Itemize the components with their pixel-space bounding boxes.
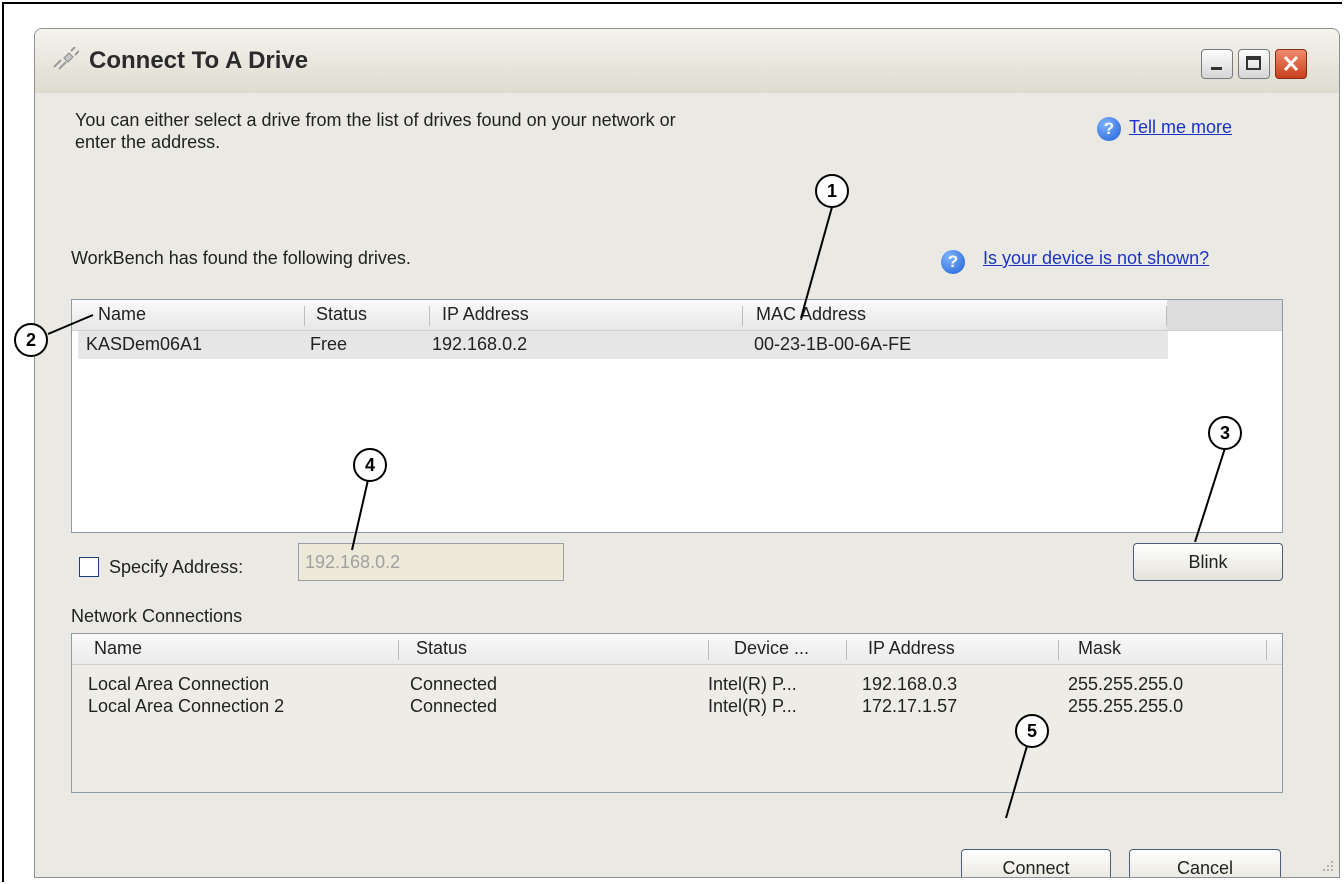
title-bar[interactable]: Connect To A Drive xyxy=(35,29,1339,94)
cancel-button[interactable]: Cancel xyxy=(1129,849,1281,877)
tell-me-more-link[interactable]: Tell me more xyxy=(1129,117,1232,138)
drives-list[interactable]: Name Status IP Address MAC Address KASDe… xyxy=(71,299,1283,533)
table-row[interactable] xyxy=(78,331,1168,359)
column-divider[interactable] xyxy=(304,306,305,326)
resize-grip-icon[interactable] xyxy=(1321,859,1335,873)
drive-ip-cell: 192.168.0.2 xyxy=(432,334,528,354)
close-icon xyxy=(1283,55,1299,72)
drives-list-header: Name Status IP Address MAC Address xyxy=(72,300,1282,331)
close-button[interactable] xyxy=(1275,49,1307,79)
address-input[interactable]: 192.168.0.2 xyxy=(298,543,564,581)
connection-mask-cell: 255.255.255.0 xyxy=(1068,674,1184,694)
column-divider[interactable] xyxy=(708,640,709,660)
connection-ip-cell: 192.168.0.3 xyxy=(862,674,958,694)
callout-1: 1 xyxy=(815,174,849,208)
column-divider[interactable] xyxy=(846,640,847,660)
connection-name-cell[interactable]: Local Area Connection 2 xyxy=(88,696,284,717)
column-divider[interactable] xyxy=(1266,640,1267,660)
specify-address-label: Specify Address: xyxy=(109,557,244,577)
connect-dialog: Connect To A Drive You can either select… xyxy=(34,28,1340,878)
dialog-body: You can either select a drive from the l… xyxy=(35,93,1339,877)
intro-text-line-1: You can either select a drive from the l… xyxy=(75,110,676,130)
column-divider[interactable] xyxy=(429,306,430,326)
maximize-button[interactable] xyxy=(1238,49,1270,79)
callout-4: 4 xyxy=(353,448,387,482)
connection-status-cell: Connected xyxy=(410,696,498,716)
column-header-ip-address[interactable]: IP Address xyxy=(868,638,955,659)
column-header-name[interactable]: Name xyxy=(94,638,142,659)
connection-device-cell: Intel(R) P... xyxy=(708,696,797,716)
column-divider[interactable] xyxy=(742,306,743,326)
header-filler xyxy=(1167,300,1282,330)
callout-2: 2 xyxy=(14,323,48,357)
maximize-icon xyxy=(1246,56,1261,70)
callout-5: 5 xyxy=(1015,714,1049,748)
connection-status-cell: Connected xyxy=(410,674,498,694)
drive-mac-cell: 00-23-1B-00-6A-FE xyxy=(754,334,912,354)
blink-button[interactable]: Blink xyxy=(1133,543,1283,581)
connection-device-cell: Intel(R) P... xyxy=(708,674,797,694)
device-not-shown-link[interactable]: Is your device is not shown? xyxy=(983,248,1209,269)
drives-found-label: WorkBench has found the following drives… xyxy=(71,248,411,268)
connect-button[interactable]: Connect xyxy=(961,849,1111,877)
column-header-device[interactable]: Device ... xyxy=(734,638,809,659)
connection-ip-cell: 172.17.1.57 xyxy=(862,696,958,716)
help-icon[interactable]: ? xyxy=(1097,117,1121,141)
network-connections-label: Network Connections xyxy=(71,606,243,626)
column-divider[interactable] xyxy=(1058,640,1059,660)
column-header-ip-address[interactable]: IP Address xyxy=(442,304,529,325)
connection-mask-cell: 255.255.255.0 xyxy=(1068,696,1184,716)
intro-text-line-2: enter the address. xyxy=(75,132,221,152)
drive-status-cell: Free xyxy=(310,334,348,354)
column-header-mac-address[interactable]: MAC Address xyxy=(756,304,866,325)
drive-name-cell: KASDem06A1 xyxy=(86,334,203,354)
column-header-mask[interactable]: Mask xyxy=(1078,638,1121,659)
window-title: Connect To A Drive xyxy=(89,47,309,74)
column-header-name[interactable]: Name xyxy=(98,304,146,325)
connection-name-cell[interactable]: Local Area Connection xyxy=(88,674,269,695)
column-header-status[interactable]: Status xyxy=(316,304,367,325)
column-header-status[interactable]: Status xyxy=(416,638,467,659)
network-plug-icon xyxy=(53,47,79,70)
specify-address-checkbox[interactable] xyxy=(79,557,99,577)
callout-3: 3 xyxy=(1208,416,1242,450)
network-connections-list[interactable]: Name Status Device ... IP Address Mask L… xyxy=(71,633,1283,793)
minimize-icon xyxy=(1211,67,1222,70)
network-list-header: Name Status Device ... IP Address Mask xyxy=(72,634,1282,665)
help-icon[interactable]: ? xyxy=(941,250,965,274)
column-divider[interactable] xyxy=(398,640,399,660)
minimize-button[interactable] xyxy=(1201,49,1233,79)
